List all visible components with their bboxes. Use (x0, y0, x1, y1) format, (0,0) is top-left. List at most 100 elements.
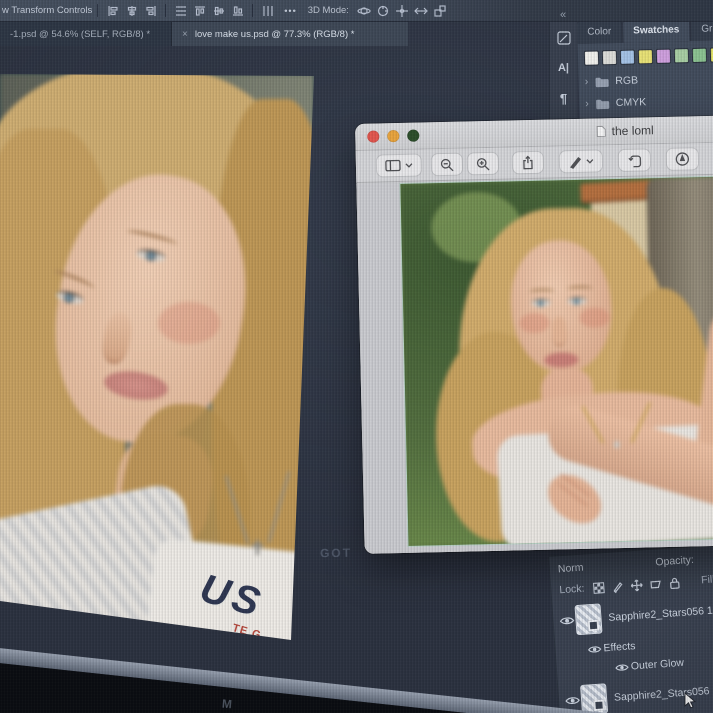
distribute-vertical-icon[interactable] (173, 4, 188, 18)
photo-right-pendant (614, 441, 619, 448)
document-tab-label: love make us.psd @ 77.3% (RGB/8) * (195, 29, 355, 40)
photo-document-right (400, 173, 713, 546)
effects-visibility-eye-icon[interactable] (585, 644, 604, 654)
layer-name: Sapphire2_Stars056 1 cop (614, 683, 713, 704)
folder-icon (595, 97, 610, 109)
lock-paint-icon[interactable] (609, 579, 627, 594)
layer-thumbnail[interactable] (575, 603, 603, 635)
distribute-horizontal-icon[interactable] (260, 4, 275, 18)
zoom-out-icon (440, 157, 454, 171)
monitor-logo: M (221, 697, 232, 712)
collapse-panels-icon[interactable]: « (560, 9, 565, 21)
paragraph-panel-icon[interactable]: ¶ (556, 90, 572, 106)
lock-all-icon[interactable] (666, 575, 684, 590)
swatch-row (584, 47, 713, 66)
layers-panel: Norm Opacity: Lock: Fill: Sapphire2_Star… (548, 541, 713, 713)
rotate-icon (627, 153, 642, 167)
chevron-down-icon (586, 158, 594, 164)
color-swatch[interactable] (674, 48, 689, 63)
effect-label: Outer Glow (630, 657, 684, 673)
markup-pen-button[interactable] (559, 149, 604, 173)
orbit-3d-icon[interactable] (357, 4, 372, 18)
drag-3d-icon[interactable] (395, 4, 410, 18)
panel-dock-strip: A| ¶ (549, 22, 577, 132)
layer-name: Sapphire2_Stars056 1 cop (608, 603, 713, 624)
overflow-ellipsis-icon[interactable]: ••• (284, 6, 296, 16)
photo-left-paint (0, 74, 314, 644)
document-tab[interactable]: -1.psd @ 54.6% (SELF, RGB/8) * (0, 22, 172, 46)
chevron-right-icon[interactable]: › (585, 98, 589, 110)
color-swatch[interactable] (620, 49, 635, 64)
lock-label: Lock: (559, 583, 585, 597)
zoom-out-button[interactable] (431, 153, 464, 177)
opacity-label[interactable]: Opacity: (655, 554, 694, 569)
effects-label: Effects (603, 640, 636, 654)
3d-mode-label: 3D Mode: (308, 5, 349, 16)
swatch-group-label: CMYK (616, 96, 647, 109)
preview-content (356, 172, 713, 554)
blend-mode-select[interactable]: Norm (558, 562, 584, 576)
transform-controls-label[interactable]: w Transform Controls (2, 5, 92, 16)
folder-icon (594, 75, 609, 87)
color-swatch[interactable] (602, 50, 617, 65)
effect-visibility-eye-icon[interactable] (613, 662, 632, 672)
fill-label: Fill: (701, 573, 713, 586)
roll-3d-icon[interactable] (376, 4, 391, 18)
slide-3d-icon[interactable] (414, 4, 429, 18)
document-tab-label: -1.psd @ 54.6% (SELF, RGB/8) * (10, 29, 150, 40)
align-right-edges-icon[interactable] (143, 4, 158, 18)
annotate-icon (675, 151, 690, 166)
window-title: the loml (355, 118, 713, 144)
photo-left-necklace-cross-bar (252, 544, 263, 547)
document-tab-active[interactable]: × love make us.psd @ 77.3% (RGB/8) * (172, 22, 408, 46)
chevron-down-icon (405, 162, 413, 168)
chevron-right-icon[interactable]: › (584, 76, 588, 88)
mouse-cursor (684, 692, 698, 710)
document-icon (597, 125, 607, 137)
sidebar-button[interactable] (376, 153, 423, 177)
close-icon[interactable]: × (182, 29, 188, 40)
preview-window: the loml Search (355, 112, 713, 554)
character-panel-icon[interactable]: A| (556, 60, 572, 76)
align-left-edges-icon[interactable] (105, 4, 120, 18)
rotate-button[interactable] (618, 148, 652, 172)
brush-settings-icon[interactable] (556, 30, 572, 46)
photo-right-paint (400, 173, 713, 546)
layer-thumbnail[interactable] (580, 683, 608, 713)
lock-artboard-icon[interactable] (647, 576, 665, 591)
photo-document-left: US TE G (0, 74, 314, 644)
color-swatch[interactable] (692, 48, 707, 63)
zoom-in-icon (476, 156, 490, 170)
tab-color[interactable]: Color (577, 21, 621, 44)
lock-transparency-icon[interactable] (590, 580, 608, 595)
scale-3d-icon[interactable] (433, 4, 448, 18)
photo-left-iris-left (64, 293, 74, 303)
layer-visibility-eye-icon[interactable] (563, 695, 582, 706)
toolbar-separator (165, 4, 166, 17)
annotate-button[interactable] (666, 147, 700, 171)
color-swatch[interactable] (638, 49, 653, 64)
document-tab-bar: -1.psd @ 54.6% (SELF, RGB/8) * × love ma… (0, 22, 408, 46)
swatch-group-rgb[interactable]: › RGB (584, 72, 713, 88)
align-horizontal-centers-icon[interactable] (124, 4, 139, 18)
color-swatch[interactable] (584, 50, 599, 65)
align-bottom-edges-icon[interactable] (230, 4, 245, 18)
options-bar: w Transform Controls ••• 3D Mode: (0, 0, 713, 22)
color-swatch[interactable] (656, 49, 671, 64)
photo-left-iris-right (146, 251, 156, 261)
swatches-panel: Color Swatches Gradi › RGB › CMYK (577, 15, 713, 132)
lock-move-icon[interactable] (628, 577, 646, 592)
align-vertical-centers-icon[interactable] (211, 4, 226, 18)
photo-left-necklace-cross (256, 540, 259, 555)
sidebar-icon (385, 159, 401, 172)
share-button[interactable] (512, 151, 545, 175)
zoom-in-button[interactable] (467, 152, 500, 176)
swatch-group-label: RGB (615, 74, 638, 87)
swatch-group-cmyk[interactable]: › CMYK (585, 94, 713, 110)
canvas-background-text: GOT (320, 546, 352, 561)
align-top-edges-icon[interactable] (192, 4, 207, 18)
photo-right-nose (551, 316, 567, 346)
layer-visibility-eye-icon[interactable] (557, 615, 576, 626)
markup-pen-icon (568, 154, 582, 168)
tab-swatches[interactable]: Swatches (623, 19, 690, 43)
